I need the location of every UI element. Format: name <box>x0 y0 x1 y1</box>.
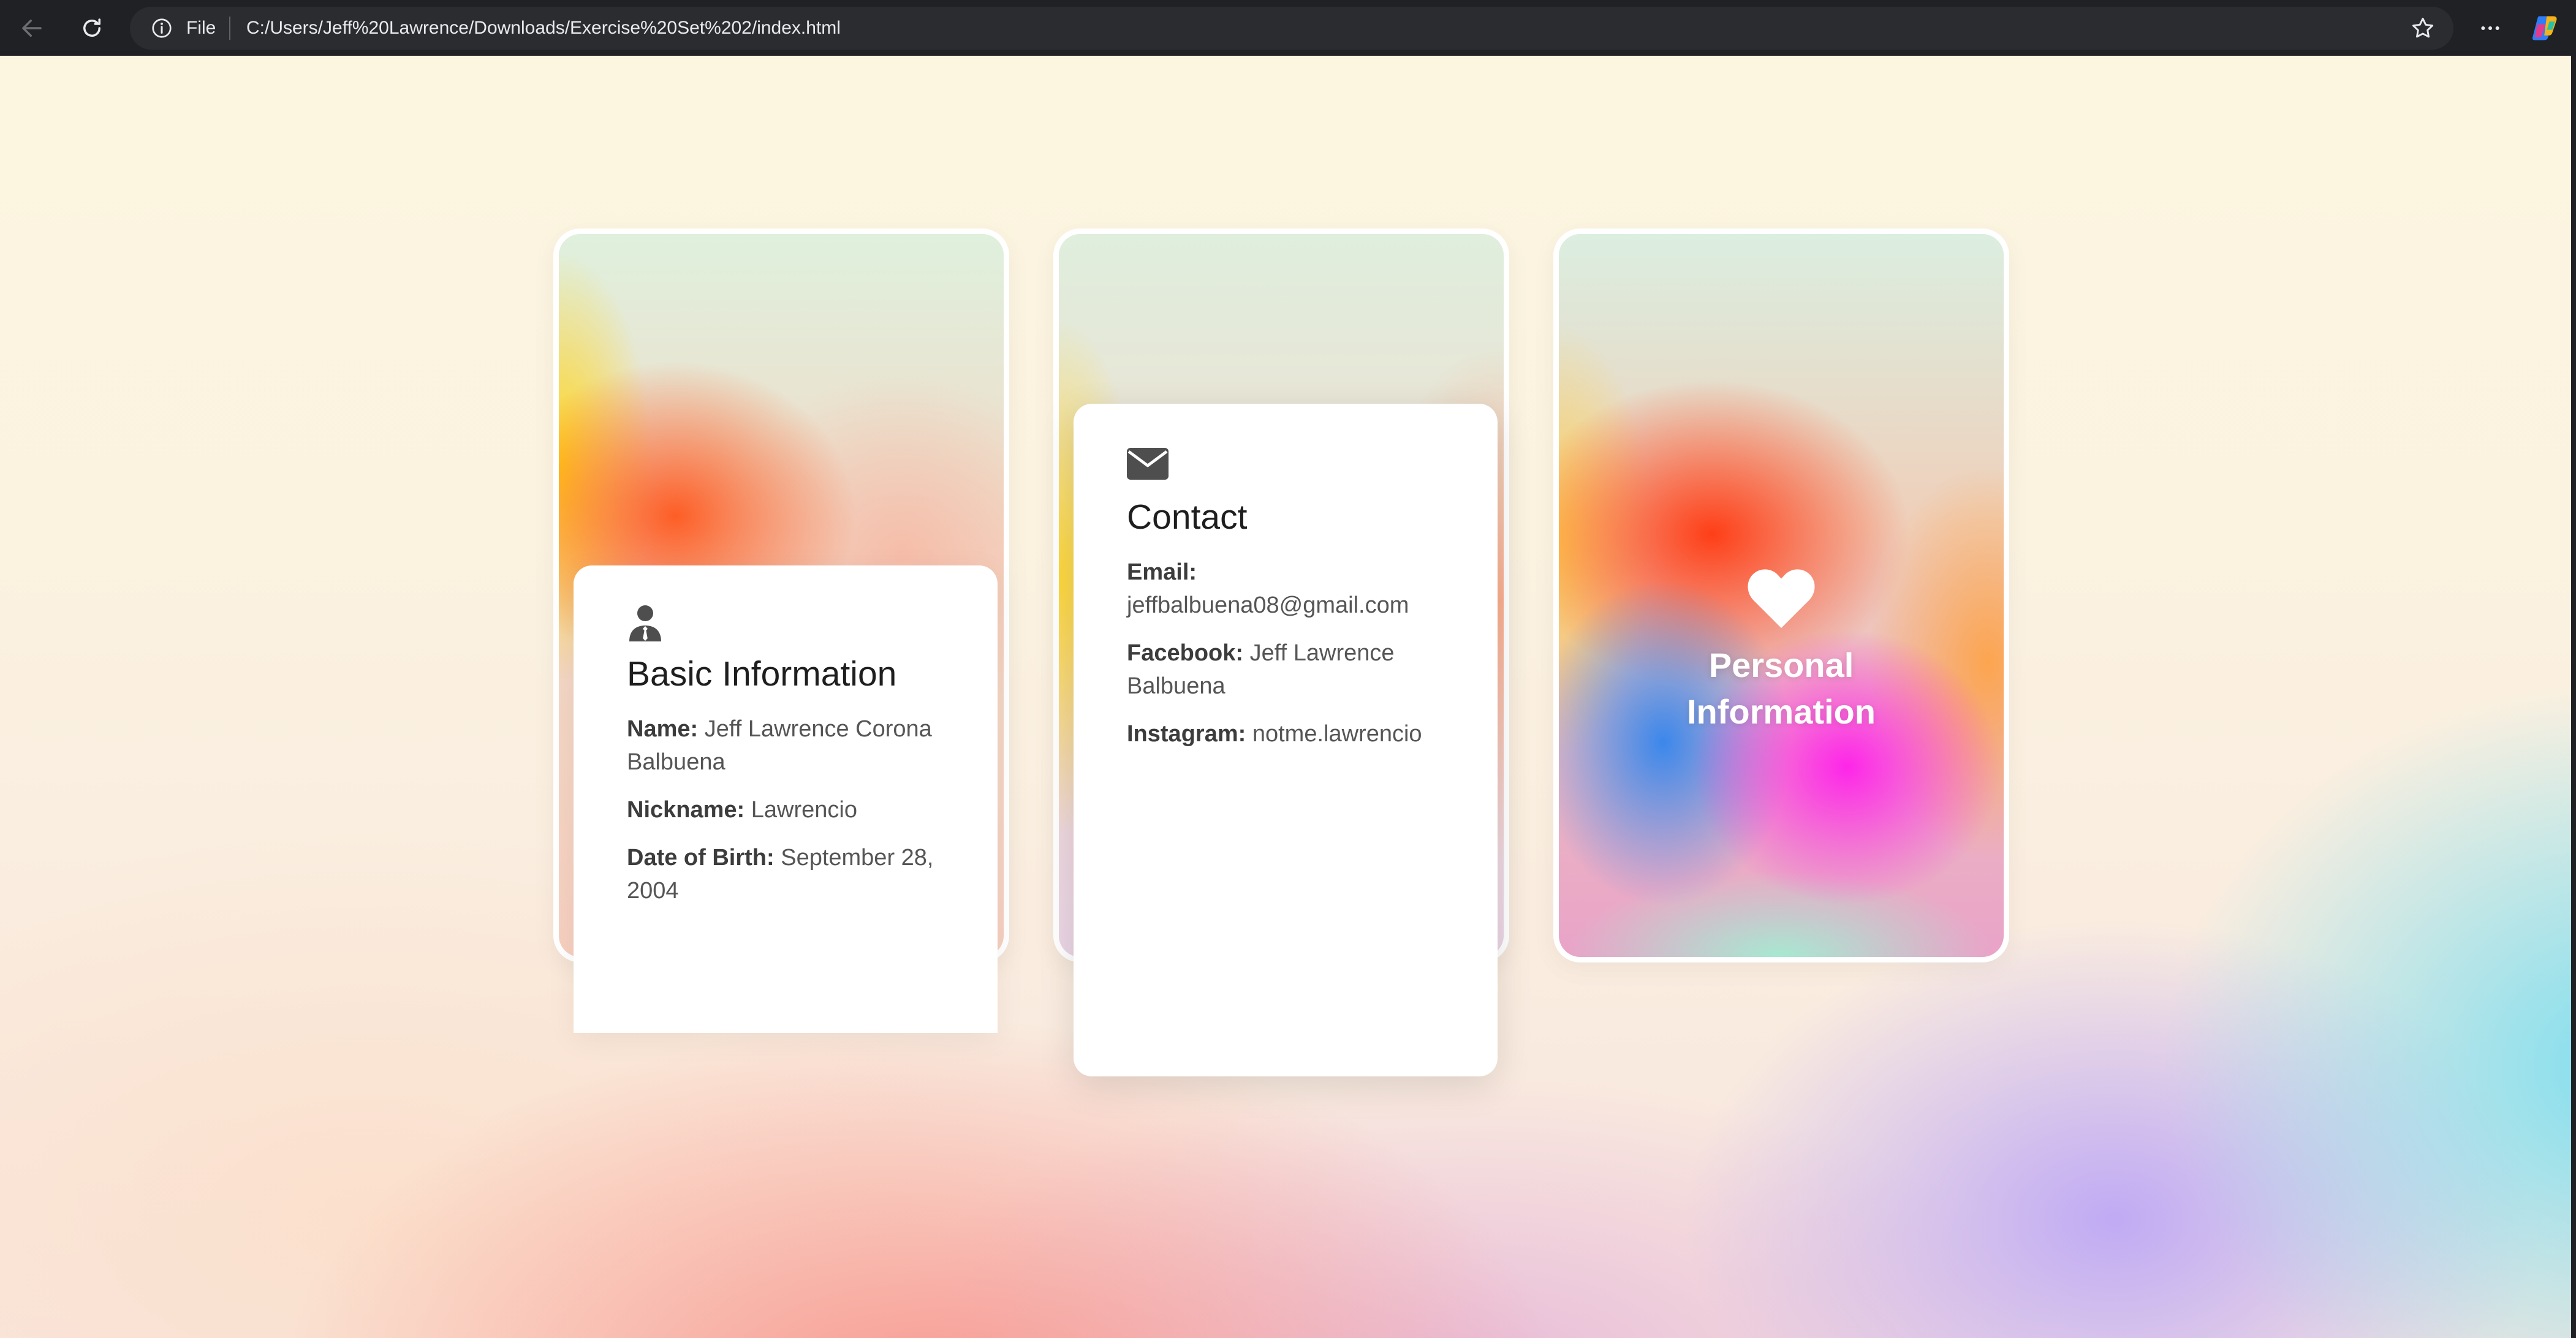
basic-info-title: Basic Information <box>627 654 897 694</box>
nickname-field: Nickname: Lawrencio <box>627 793 949 826</box>
instagram-value: notme.lawrencio <box>1252 721 1422 747</box>
facebook-field: Facebook: Jeff Lawrence Balbuena <box>1127 637 1449 703</box>
copilot-icon[interactable] <box>2529 12 2561 44</box>
facebook-label: Facebook: <box>1127 640 1244 666</box>
email-value: jeffbalbuena08@gmail.com <box>1127 592 1409 618</box>
arrow-left-icon <box>22 20 42 37</box>
dob-label: Date of Birth: <box>627 845 775 871</box>
address-bar[interactable]: File C:/Users/Jeff%20Lawrence/Downloads/… <box>130 7 2453 50</box>
ellipsis-icon <box>2481 26 2499 30</box>
basic-info-panel: Basic Information Name: Jeff Lawrence Co… <box>574 565 998 1033</box>
info-icon[interactable] <box>151 17 173 39</box>
instagram-label: Instagram: <box>1127 721 1246 747</box>
address-divider <box>229 17 230 40</box>
nickname-label: Nickname: <box>627 797 745 823</box>
contact-title: Contact <box>1127 497 1248 537</box>
reload-button[interactable] <box>72 9 112 48</box>
instagram-field: Instagram: notme.lawrencio <box>1127 717 1449 750</box>
url-scheme-label: File <box>186 18 216 38</box>
browser-toolbar: File C:/Users/Jeff%20Lawrence/Downloads/… <box>0 0 2576 56</box>
name-field: Name: Jeff Lawrence Corona Balbuena <box>627 712 949 779</box>
user-tie-icon <box>629 605 661 641</box>
personal-info-card[interactable] <box>1553 229 2009 962</box>
reload-icon <box>83 18 100 37</box>
window-edge <box>2571 56 2576 1338</box>
back-button[interactable] <box>12 9 51 48</box>
nickname-value: Lawrencio <box>751 797 857 823</box>
bookmark-star-icon[interactable] <box>2409 15 2436 42</box>
more-menu-button[interactable] <box>2471 9 2510 48</box>
email-label: Email: <box>1127 559 1197 585</box>
envelope-icon <box>1127 448 1169 480</box>
name-label: Name: <box>627 716 699 742</box>
email-field: Email: jeffbalbuena08@gmail.com <box>1127 556 1449 622</box>
url-text[interactable]: C:/Users/Jeff%20Lawrence/Downloads/Exerc… <box>246 17 841 39</box>
contact-panel: Contact Email: jeffbalbuena08@gmail.com … <box>1074 404 1498 1076</box>
gradient-background <box>1559 234 2004 957</box>
dob-field: Date of Birth: September 28, 2004 <box>627 841 949 907</box>
